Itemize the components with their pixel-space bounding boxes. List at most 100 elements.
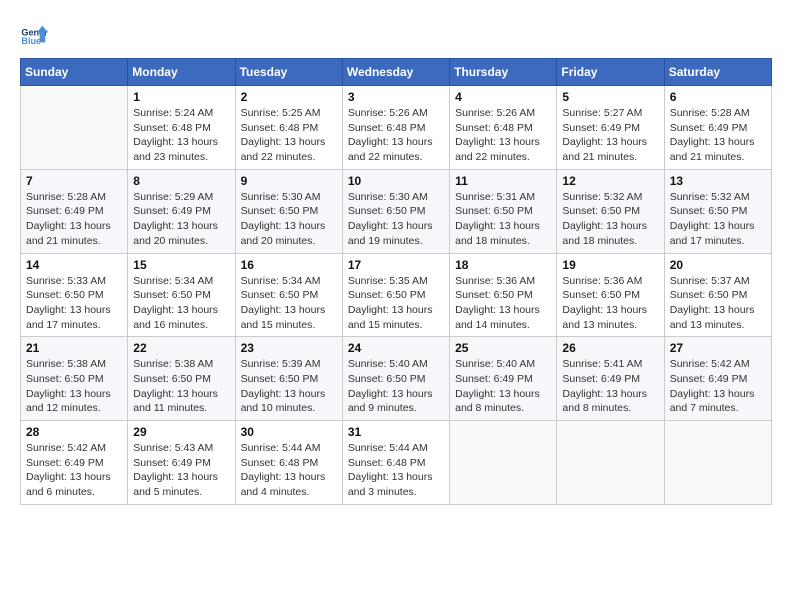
day-number: 19 <box>562 258 658 272</box>
calendar-cell: 2 Sunrise: 5:25 AM Sunset: 6:48 PM Dayli… <box>235 86 342 170</box>
day-number: 22 <box>133 341 229 355</box>
day-detail: Sunrise: 5:32 AM Sunset: 6:50 PM Dayligh… <box>670 190 766 249</box>
day-detail: Sunrise: 5:24 AM Sunset: 6:48 PM Dayligh… <box>133 106 229 165</box>
calendar-cell: 4 Sunrise: 5:26 AM Sunset: 6:48 PM Dayli… <box>450 86 557 170</box>
calendar-week-row: 7 Sunrise: 5:28 AM Sunset: 6:49 PM Dayli… <box>21 169 772 253</box>
day-number: 20 <box>670 258 766 272</box>
day-detail: Sunrise: 5:39 AM Sunset: 6:50 PM Dayligh… <box>241 357 337 416</box>
calendar-cell: 24 Sunrise: 5:40 AM Sunset: 6:50 PM Dayl… <box>342 337 449 421</box>
day-number: 2 <box>241 90 337 104</box>
day-detail: Sunrise: 5:28 AM Sunset: 6:49 PM Dayligh… <box>670 106 766 165</box>
day-detail: Sunrise: 5:44 AM Sunset: 6:48 PM Dayligh… <box>348 441 444 500</box>
day-number: 25 <box>455 341 551 355</box>
day-detail: Sunrise: 5:36 AM Sunset: 6:50 PM Dayligh… <box>455 274 551 333</box>
day-detail: Sunrise: 5:36 AM Sunset: 6:50 PM Dayligh… <box>562 274 658 333</box>
calendar-cell <box>21 86 128 170</box>
page-header: General Blue <box>20 20 772 48</box>
day-number: 16 <box>241 258 337 272</box>
calendar-cell: 26 Sunrise: 5:41 AM Sunset: 6:49 PM Dayl… <box>557 337 664 421</box>
calendar-cell: 30 Sunrise: 5:44 AM Sunset: 6:48 PM Dayl… <box>235 421 342 505</box>
calendar-cell: 29 Sunrise: 5:43 AM Sunset: 6:49 PM Dayl… <box>128 421 235 505</box>
day-detail: Sunrise: 5:40 AM Sunset: 6:49 PM Dayligh… <box>455 357 551 416</box>
day-number: 10 <box>348 174 444 188</box>
calendar-cell: 14 Sunrise: 5:33 AM Sunset: 6:50 PM Dayl… <box>21 253 128 337</box>
calendar-week-row: 21 Sunrise: 5:38 AM Sunset: 6:50 PM Dayl… <box>21 337 772 421</box>
calendar-cell: 16 Sunrise: 5:34 AM Sunset: 6:50 PM Dayl… <box>235 253 342 337</box>
day-number: 24 <box>348 341 444 355</box>
day-detail: Sunrise: 5:38 AM Sunset: 6:50 PM Dayligh… <box>133 357 229 416</box>
day-number: 26 <box>562 341 658 355</box>
weekday-header-row: SundayMondayTuesdayWednesdayThursdayFrid… <box>21 59 772 86</box>
day-detail: Sunrise: 5:30 AM Sunset: 6:50 PM Dayligh… <box>348 190 444 249</box>
svg-text:Blue: Blue <box>21 36 41 46</box>
day-detail: Sunrise: 5:31 AM Sunset: 6:50 PM Dayligh… <box>455 190 551 249</box>
day-number: 27 <box>670 341 766 355</box>
weekday-header: Thursday <box>450 59 557 86</box>
logo: General Blue <box>20 20 52 48</box>
calendar-cell: 21 Sunrise: 5:38 AM Sunset: 6:50 PM Dayl… <box>21 337 128 421</box>
day-detail: Sunrise: 5:27 AM Sunset: 6:49 PM Dayligh… <box>562 106 658 165</box>
day-detail: Sunrise: 5:26 AM Sunset: 6:48 PM Dayligh… <box>455 106 551 165</box>
calendar-cell <box>450 421 557 505</box>
day-detail: Sunrise: 5:25 AM Sunset: 6:48 PM Dayligh… <box>241 106 337 165</box>
day-number: 14 <box>26 258 122 272</box>
day-detail: Sunrise: 5:42 AM Sunset: 6:49 PM Dayligh… <box>26 441 122 500</box>
calendar-cell: 1 Sunrise: 5:24 AM Sunset: 6:48 PM Dayli… <box>128 86 235 170</box>
calendar-cell: 20 Sunrise: 5:37 AM Sunset: 6:50 PM Dayl… <box>664 253 771 337</box>
day-detail: Sunrise: 5:35 AM Sunset: 6:50 PM Dayligh… <box>348 274 444 333</box>
calendar-cell: 10 Sunrise: 5:30 AM Sunset: 6:50 PM Dayl… <box>342 169 449 253</box>
calendar-cell: 8 Sunrise: 5:29 AM Sunset: 6:49 PM Dayli… <box>128 169 235 253</box>
weekday-header: Saturday <box>664 59 771 86</box>
day-detail: Sunrise: 5:44 AM Sunset: 6:48 PM Dayligh… <box>241 441 337 500</box>
day-detail: Sunrise: 5:41 AM Sunset: 6:49 PM Dayligh… <box>562 357 658 416</box>
calendar-cell: 19 Sunrise: 5:36 AM Sunset: 6:50 PM Dayl… <box>557 253 664 337</box>
day-number: 23 <box>241 341 337 355</box>
day-number: 30 <box>241 425 337 439</box>
day-number: 12 <box>562 174 658 188</box>
logo-icon: General Blue <box>20 20 48 48</box>
day-detail: Sunrise: 5:34 AM Sunset: 6:50 PM Dayligh… <box>241 274 337 333</box>
calendar-cell: 27 Sunrise: 5:42 AM Sunset: 6:49 PM Dayl… <box>664 337 771 421</box>
day-number: 7 <box>26 174 122 188</box>
calendar-cell: 23 Sunrise: 5:39 AM Sunset: 6:50 PM Dayl… <box>235 337 342 421</box>
calendar-cell <box>557 421 664 505</box>
calendar-cell: 6 Sunrise: 5:28 AM Sunset: 6:49 PM Dayli… <box>664 86 771 170</box>
weekday-header: Sunday <box>21 59 128 86</box>
day-number: 4 <box>455 90 551 104</box>
day-number: 21 <box>26 341 122 355</box>
day-detail: Sunrise: 5:43 AM Sunset: 6:49 PM Dayligh… <box>133 441 229 500</box>
day-detail: Sunrise: 5:28 AM Sunset: 6:49 PM Dayligh… <box>26 190 122 249</box>
day-detail: Sunrise: 5:26 AM Sunset: 6:48 PM Dayligh… <box>348 106 444 165</box>
day-number: 5 <box>562 90 658 104</box>
calendar-week-row: 28 Sunrise: 5:42 AM Sunset: 6:49 PM Dayl… <box>21 421 772 505</box>
calendar-cell: 17 Sunrise: 5:35 AM Sunset: 6:50 PM Dayl… <box>342 253 449 337</box>
calendar-cell: 3 Sunrise: 5:26 AM Sunset: 6:48 PM Dayli… <box>342 86 449 170</box>
weekday-header: Tuesday <box>235 59 342 86</box>
calendar-cell: 9 Sunrise: 5:30 AM Sunset: 6:50 PM Dayli… <box>235 169 342 253</box>
calendar-cell: 11 Sunrise: 5:31 AM Sunset: 6:50 PM Dayl… <box>450 169 557 253</box>
day-number: 17 <box>348 258 444 272</box>
day-number: 9 <box>241 174 337 188</box>
day-detail: Sunrise: 5:33 AM Sunset: 6:50 PM Dayligh… <box>26 274 122 333</box>
day-detail: Sunrise: 5:37 AM Sunset: 6:50 PM Dayligh… <box>670 274 766 333</box>
day-number: 15 <box>133 258 229 272</box>
calendar-cell: 15 Sunrise: 5:34 AM Sunset: 6:50 PM Dayl… <box>128 253 235 337</box>
calendar-cell: 5 Sunrise: 5:27 AM Sunset: 6:49 PM Dayli… <box>557 86 664 170</box>
calendar-cell: 13 Sunrise: 5:32 AM Sunset: 6:50 PM Dayl… <box>664 169 771 253</box>
day-number: 18 <box>455 258 551 272</box>
day-detail: Sunrise: 5:30 AM Sunset: 6:50 PM Dayligh… <box>241 190 337 249</box>
calendar-cell <box>664 421 771 505</box>
calendar-cell: 25 Sunrise: 5:40 AM Sunset: 6:49 PM Dayl… <box>450 337 557 421</box>
day-number: 11 <box>455 174 551 188</box>
weekday-header: Monday <box>128 59 235 86</box>
calendar-table: SundayMondayTuesdayWednesdayThursdayFrid… <box>20 58 772 505</box>
calendar-cell: 18 Sunrise: 5:36 AM Sunset: 6:50 PM Dayl… <box>450 253 557 337</box>
day-number: 8 <box>133 174 229 188</box>
day-number: 3 <box>348 90 444 104</box>
calendar-cell: 7 Sunrise: 5:28 AM Sunset: 6:49 PM Dayli… <box>21 169 128 253</box>
day-number: 13 <box>670 174 766 188</box>
day-detail: Sunrise: 5:38 AM Sunset: 6:50 PM Dayligh… <box>26 357 122 416</box>
calendar-cell: 28 Sunrise: 5:42 AM Sunset: 6:49 PM Dayl… <box>21 421 128 505</box>
calendar-cell: 31 Sunrise: 5:44 AM Sunset: 6:48 PM Dayl… <box>342 421 449 505</box>
weekday-header: Wednesday <box>342 59 449 86</box>
